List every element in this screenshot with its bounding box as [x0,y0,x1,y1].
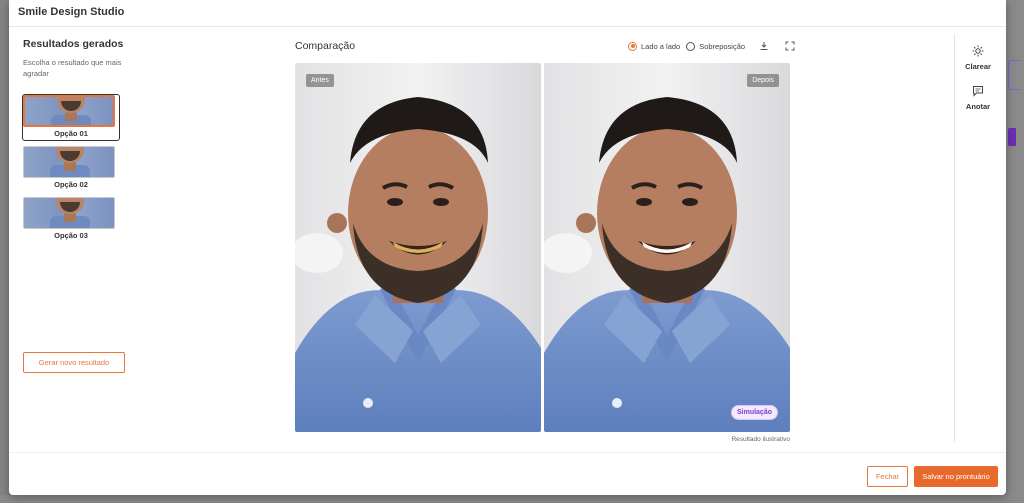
whiten-tool-button[interactable]: Clarear [962,44,994,71]
result-thumbnail [23,146,115,178]
illustrative-disclaimer: Resultado ilustrativo [731,436,790,443]
results-panel: Resultados gerados Escolha o resultado q… [22,38,133,240]
smile-design-modal: Smile Design Studio Resultados gerados E… [9,0,1006,495]
tool-rail-divider [954,34,955,442]
after-photo: Depois Simulação [544,63,790,432]
generate-new-result-button[interactable]: Gerar novo resultado [23,352,125,373]
background-purple-button [1008,128,1016,146]
after-portrait-image [544,63,790,432]
background-outline-button [1008,60,1020,90]
result-thumbnail [23,95,115,127]
result-option-label: Opção 02 [54,180,88,189]
comment-icon [962,84,994,98]
result-option-3[interactable]: Opção 03 [23,197,119,240]
mode-side-by-side-label: Lado a lado [641,41,681,51]
radio-unselected-icon [686,41,696,51]
result-option-1[interactable]: Opção 01 [22,94,120,141]
mode-overlay[interactable]: Sobreposição [686,41,746,51]
background-bottom-edge [0,495,1024,503]
comparison-controls: Lado a lado Sobreposição [628,40,797,52]
result-thumbnail [23,197,115,229]
whiten-tool-label: Clarear [965,62,991,71]
before-portrait-image [295,63,541,432]
close-button[interactable]: Fechar [867,466,908,487]
download-icon[interactable] [757,40,771,52]
comparison-title: Comparação [295,40,356,52]
footer-divider [9,452,1006,453]
mode-side-by-side[interactable]: Lado a lado [628,41,681,51]
result-option-2[interactable]: Opção 02 [23,146,119,189]
fullscreen-icon[interactable] [783,40,797,52]
mode-overlay-label: Sobreposição [699,41,746,51]
simulation-badge: Simulação [730,405,778,420]
radio-selected-icon [628,41,637,51]
result-option-label: Opção 03 [54,231,88,240]
after-tag: Depois [747,74,779,87]
save-to-record-button[interactable]: Salvar no prontuário [914,466,998,487]
results-heading: Resultados gerados [23,38,124,50]
modal-title: Smile Design Studio [18,6,125,18]
before-tag: Antes [306,74,334,87]
annotate-tool-button[interactable]: Anotar [962,84,994,111]
modal-header: Smile Design Studio [9,0,1006,27]
sun-icon [962,44,994,58]
before-photo: Antes [295,63,541,432]
result-option-label: Opção 01 [54,129,88,138]
annotate-tool-label: Anotar [965,102,991,111]
results-subtitle: Escolha o resultado que mais agradar [23,58,122,78]
